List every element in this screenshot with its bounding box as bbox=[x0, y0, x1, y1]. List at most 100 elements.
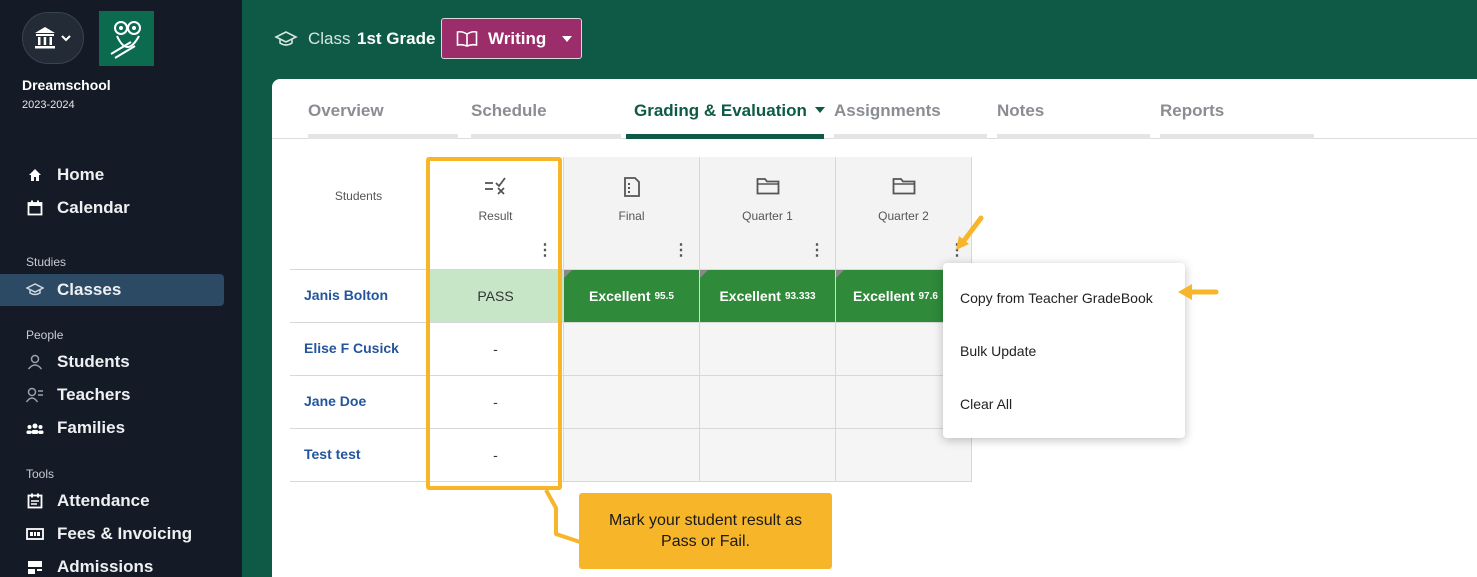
school-switcher[interactable] bbox=[22, 12, 84, 64]
document-icon bbox=[564, 177, 699, 197]
grade-cell-final[interactable] bbox=[564, 376, 700, 429]
column-header-quarter-2: Quarter 2 ⋮ bbox=[836, 157, 972, 270]
breadcrumb-class: Class bbox=[308, 29, 351, 48]
chevron-down-icon bbox=[814, 107, 825, 113]
tooltip-callout: Mark your student result as Pass or Fail… bbox=[579, 493, 832, 569]
sidebar-item-calendar[interactable]: Calendar bbox=[0, 192, 242, 224]
result-column-highlight bbox=[426, 157, 562, 490]
grade-cell-final[interactable] bbox=[564, 429, 700, 482]
sidebar-item-label: Admissions bbox=[57, 557, 154, 576]
invoice-icon bbox=[26, 525, 44, 543]
book-icon bbox=[456, 30, 478, 48]
tab-label: Grading & Evaluation bbox=[634, 101, 807, 120]
institution-icon bbox=[35, 27, 71, 49]
grade-cell-quarter-1[interactable] bbox=[700, 323, 836, 376]
sidebar-item-home[interactable]: Home bbox=[0, 159, 242, 191]
admissions-icon bbox=[26, 558, 44, 576]
families-icon bbox=[26, 419, 44, 437]
tab-reports[interactable]: Reports bbox=[1160, 101, 1224, 121]
sidebar-item-teachers[interactable]: Teachers bbox=[0, 379, 242, 411]
grade-cell-quarter-1[interactable]: Excellent 93.333 bbox=[700, 270, 836, 323]
menu-item-bulk-update[interactable]: Bulk Update bbox=[960, 343, 1036, 359]
tab-underline bbox=[834, 134, 987, 139]
tab-underline bbox=[471, 134, 621, 139]
tab-active-underline bbox=[626, 134, 824, 139]
attendance-icon bbox=[26, 492, 44, 510]
sidebar-item-label: Classes bbox=[57, 280, 122, 299]
column-header-quarter-1: Quarter 1 ⋮ bbox=[700, 157, 836, 270]
breadcrumb-grade[interactable]: 1st Grade bbox=[357, 29, 435, 49]
sidebar-item-classes[interactable]: Classes bbox=[0, 274, 224, 306]
grade-score: 95.5 bbox=[654, 290, 674, 302]
sidebar-item-label: Students bbox=[57, 352, 130, 371]
sidebar-item-label: Families bbox=[57, 418, 126, 437]
student-name-link[interactable]: Test test bbox=[304, 446, 361, 462]
school-name: Dreamschool bbox=[22, 77, 111, 93]
owl-logo-icon bbox=[109, 20, 141, 59]
sidebar-item-families[interactable]: Families bbox=[0, 412, 242, 444]
sidebar-item-fees[interactable]: Fees & Invoicing bbox=[0, 518, 242, 550]
tab-bar: Overview Schedule Grading & Evaluation A… bbox=[272, 79, 1477, 139]
column-options-menu: Copy from Teacher GradeBook Bulk Update … bbox=[943, 263, 1185, 438]
sidebar-section-tools: Tools bbox=[26, 467, 55, 481]
cell-corner-marker bbox=[564, 270, 572, 278]
folder-icon bbox=[836, 177, 971, 195]
sidebar-section-studies: Studies bbox=[26, 255, 67, 269]
tab-underline bbox=[1160, 134, 1314, 139]
home-icon bbox=[26, 166, 44, 184]
school-logo bbox=[99, 11, 154, 66]
grade-label: Excellent bbox=[853, 288, 915, 304]
person-icon bbox=[26, 353, 44, 371]
graduation-cap-icon bbox=[26, 281, 44, 299]
tab-notes[interactable]: Notes bbox=[997, 101, 1044, 121]
sidebar-item-students[interactable]: Students bbox=[0, 346, 242, 378]
sidebar-section-people: People bbox=[26, 328, 64, 342]
grade-score: 97.6 bbox=[918, 290, 938, 302]
tab-overview[interactable]: Overview bbox=[308, 101, 384, 121]
subject-label: Writing bbox=[488, 28, 547, 48]
grade-label: Excellent bbox=[719, 288, 781, 304]
cell-corner-marker bbox=[700, 270, 708, 278]
grade-label: Excellent bbox=[589, 288, 651, 304]
tab-schedule[interactable]: Schedule bbox=[471, 101, 547, 121]
graduation-cap-icon bbox=[274, 29, 298, 54]
arrow-pointer-icon bbox=[956, 215, 984, 250]
sidebar-item-label: Fees & Invoicing bbox=[57, 524, 193, 543]
tab-underline bbox=[997, 134, 1150, 139]
tab-assignments[interactable]: Assignments bbox=[834, 101, 941, 121]
grade-cell-quarter-1[interactable] bbox=[700, 429, 836, 482]
student-name-link[interactable]: Janis Bolton bbox=[304, 287, 388, 303]
teacher-icon bbox=[26, 386, 44, 404]
menu-item-clear-all[interactable]: Clear All bbox=[960, 396, 1012, 412]
student-name-link[interactable]: Elise F Cusick bbox=[304, 340, 399, 356]
grade-cell-final[interactable]: Excellent 95.5 bbox=[564, 270, 700, 323]
menu-item-copy-from-gradebook[interactable]: Copy from Teacher GradeBook bbox=[960, 290, 1153, 306]
sidebar: Dreamschool 2023-2024 Home Calendar Stud… bbox=[0, 0, 242, 577]
grade-score: 93.333 bbox=[784, 290, 816, 302]
folder-icon bbox=[700, 177, 835, 195]
grade-cell-quarter-1[interactable] bbox=[700, 376, 836, 429]
arrow-pointer-icon bbox=[1178, 284, 1219, 300]
tab-grading-evaluation[interactable]: Grading & Evaluation bbox=[634, 101, 825, 121]
student-name-link[interactable]: Jane Doe bbox=[304, 393, 366, 409]
table-row: Janis Bolton bbox=[290, 270, 428, 323]
column-label: Quarter 2 bbox=[878, 209, 929, 223]
column-label: Final bbox=[618, 209, 645, 223]
table-row: Jane Doe bbox=[290, 376, 428, 429]
sidebar-item-admissions[interactable]: Admissions bbox=[0, 551, 242, 577]
more-vertical-icon[interactable]: ⋮ bbox=[673, 243, 689, 259]
sidebar-item-label: Calendar bbox=[57, 198, 130, 217]
subject-dropdown-button[interactable]: Writing bbox=[441, 18, 582, 59]
sidebar-item-label: Home bbox=[57, 165, 105, 184]
table-row: Test test bbox=[290, 429, 428, 482]
grade-cell-final[interactable] bbox=[564, 323, 700, 376]
school-year: 2023-2024 bbox=[22, 99, 75, 111]
calendar-icon bbox=[26, 199, 44, 217]
table-row: Elise F Cusick bbox=[290, 323, 428, 376]
callout-connector bbox=[544, 489, 581, 544]
column-label: Quarter 1 bbox=[742, 209, 793, 223]
more-vertical-icon[interactable]: ⋮ bbox=[809, 243, 825, 259]
sidebar-item-attendance[interactable]: Attendance bbox=[0, 485, 242, 517]
tab-underline bbox=[308, 134, 458, 139]
cell-corner-marker bbox=[836, 270, 844, 278]
